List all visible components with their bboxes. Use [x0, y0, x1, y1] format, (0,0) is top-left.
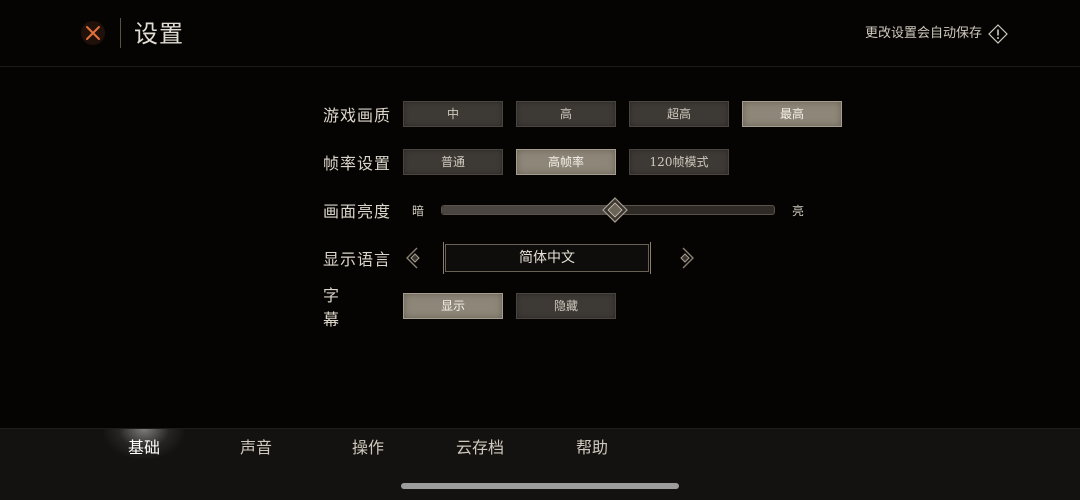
language-prev-icon[interactable] [403, 245, 423, 271]
framerate-option-120[interactable]: 120帧模式 [629, 149, 729, 175]
language-next-icon[interactable] [677, 245, 697, 271]
home-indicator[interactable] [401, 483, 679, 489]
setting-row-language: 显示语言 简体中文 [323, 242, 697, 274]
quality-options: 中 高 超高 最高 [403, 101, 842, 127]
brightness-min-label: 暗 [411, 203, 424, 218]
close-button[interactable] [80, 20, 106, 46]
quality-option-ultra[interactable]: 超高 [629, 101, 729, 127]
tab-cloud-save[interactable]: 云存档 [440, 435, 520, 461]
subtitles-label: 字幕 [323, 286, 372, 329]
bottom-tab-bar: 基础 声音 操作 云存档 帮助 [0, 428, 1080, 500]
tab-basic[interactable]: 基础 [104, 435, 184, 461]
brightness-max-label: 亮 [791, 203, 804, 218]
framerate-options: 普通 高帧率 120帧模式 [403, 149, 729, 175]
quality-option-max[interactable]: 最高 [742, 101, 842, 127]
quality-label: 游戏画质 [323, 106, 392, 125]
framerate-label: 帧率设置 [323, 154, 392, 173]
subtitles-option-show[interactable]: 显示 [403, 293, 503, 319]
subtitles-option-hide[interactable]: 隐藏 [516, 293, 616, 319]
brightness-label: 画面亮度 [323, 202, 392, 221]
tab-controls[interactable]: 操作 [328, 435, 408, 461]
quality-option-medium[interactable]: 中 [403, 101, 503, 127]
header-bar: 设置 更改设置会自动保存 [0, 0, 1080, 67]
setting-row-brightness: 画面亮度 暗 亮 [323, 197, 813, 223]
tab-sound[interactable]: 声音 [216, 435, 296, 461]
language-label: 显示语言 [323, 250, 392, 269]
framerate-option-high[interactable]: 高帧率 [516, 149, 616, 175]
brightness-slider-wrap: 暗 亮 [403, 197, 813, 223]
autosave-text: 更改设置会自动保存 [864, 26, 982, 41]
framerate-option-normal[interactable]: 普通 [403, 149, 503, 175]
header-divider [120, 18, 121, 48]
setting-row-subtitles: 字幕 显示 隐藏 [323, 286, 616, 329]
close-icon [81, 21, 105, 45]
subtitles-options: 显示 隐藏 [403, 293, 616, 319]
setting-row-quality: 游戏画质 中 高 超高 最高 [323, 101, 842, 127]
brightness-slider-fill [442, 206, 615, 214]
brightness-slider-thumb[interactable] [601, 197, 628, 223]
warning-icon [988, 24, 1008, 44]
autosave-notice: 更改设置会自动保存 [865, 24, 1008, 44]
language-value: 简体中文 [443, 242, 651, 274]
page-title: 设置 [134, 20, 184, 48]
tab-help[interactable]: 帮助 [552, 435, 632, 461]
setting-row-framerate: 帧率设置 普通 高帧率 120帧模式 [323, 149, 729, 175]
brightness-slider-track[interactable] [441, 197, 775, 223]
quality-option-high[interactable]: 高 [516, 101, 616, 127]
